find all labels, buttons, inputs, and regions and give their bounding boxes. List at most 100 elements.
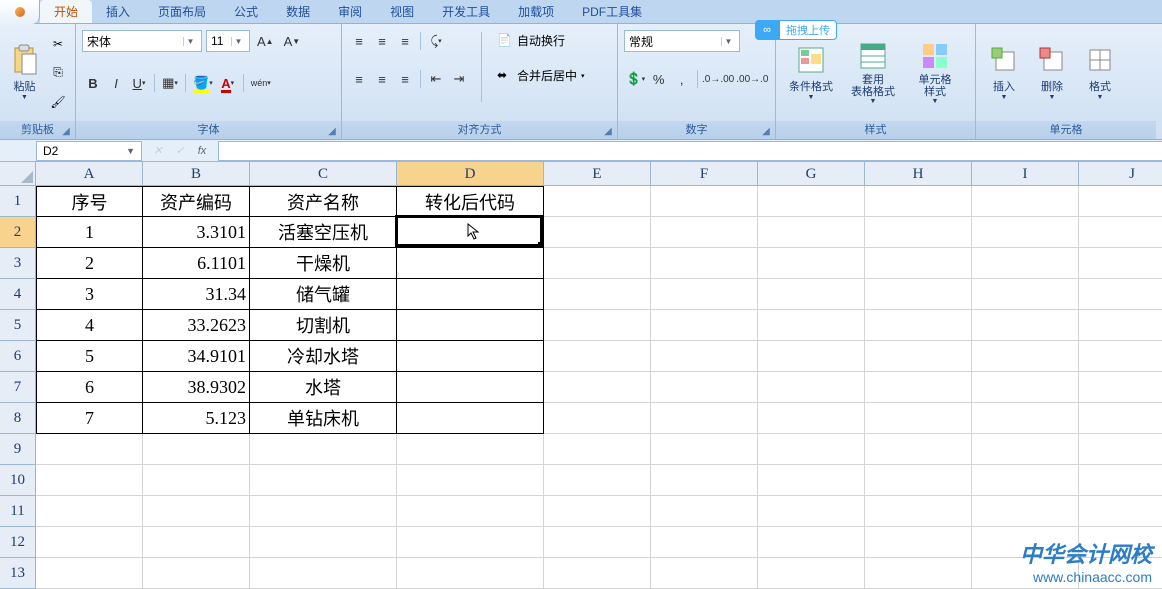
cell-G10[interactable] [758, 465, 865, 496]
cell-C3[interactable]: 干燥机 [250, 248, 397, 279]
font-launcher[interactable]: ◢ [325, 123, 339, 137]
cell-B7[interactable]: 38.9302 [143, 372, 250, 403]
copy-button[interactable]: ⎘ [47, 62, 69, 84]
col-header-I[interactable]: I [972, 162, 1079, 186]
cell-F8[interactable] [651, 403, 758, 434]
shrink-font-button[interactable]: A▼ [281, 30, 304, 52]
font-name-combo[interactable]: 宋体▼ [82, 30, 202, 52]
increase-decimal-button[interactable]: .0→.00 [702, 68, 735, 90]
cell-H4[interactable] [865, 279, 972, 310]
cell-E3[interactable] [544, 248, 651, 279]
col-header-J[interactable]: J [1079, 162, 1162, 186]
cell-B13[interactable] [143, 558, 250, 589]
cell-G12[interactable] [758, 527, 865, 558]
cell-J4[interactable] [1079, 279, 1162, 310]
cell-B2[interactable]: 3.3101 [143, 217, 250, 248]
cell-F11[interactable] [651, 496, 758, 527]
cell-I3[interactable] [972, 248, 1079, 279]
cell-I11[interactable] [972, 496, 1079, 527]
fill-color-button[interactable]: 🪣▾ [190, 72, 216, 94]
cell-I9[interactable] [972, 434, 1079, 465]
cell-E13[interactable] [544, 558, 651, 589]
cell-J10[interactable] [1079, 465, 1162, 496]
row-header-6[interactable]: 6 [0, 341, 36, 372]
cell-B4[interactable]: 31.34 [143, 279, 250, 310]
row-header-13[interactable]: 13 [0, 558, 36, 589]
cell-J5[interactable] [1079, 310, 1162, 341]
row-header-4[interactable]: 4 [0, 279, 36, 310]
font-color-button[interactable]: A▾ [217, 72, 239, 94]
cell-E4[interactable] [544, 279, 651, 310]
cell-B11[interactable] [143, 496, 250, 527]
cell-G9[interactable] [758, 434, 865, 465]
cell-H12[interactable] [865, 527, 972, 558]
cell-B5[interactable]: 33.2623 [143, 310, 250, 341]
cell-C9[interactable] [250, 434, 397, 465]
cell-F6[interactable] [651, 341, 758, 372]
cell-H8[interactable] [865, 403, 972, 434]
cell-B1[interactable]: 资产编码 [143, 186, 250, 217]
cell-styles-button[interactable]: 单元格 样式▼ [904, 28, 966, 117]
format-table-button[interactable]: 套用 表格格式▼ [842, 28, 904, 117]
cell-C5[interactable]: 切割机 [250, 310, 397, 341]
cell-B6[interactable]: 34.9101 [143, 341, 250, 372]
cell-A3[interactable]: 2 [36, 248, 143, 279]
cell-D6[interactable] [397, 341, 544, 372]
cell-H2[interactable] [865, 217, 972, 248]
cell-A7[interactable]: 6 [36, 372, 143, 403]
tab-1[interactable]: 插入 [92, 0, 144, 23]
cell-F7[interactable] [651, 372, 758, 403]
cell-E9[interactable] [544, 434, 651, 465]
row-header-3[interactable]: 3 [0, 248, 36, 279]
cell-A4[interactable]: 3 [36, 279, 143, 310]
cell-J9[interactable] [1079, 434, 1162, 465]
cell-D5[interactable] [397, 310, 544, 341]
cell-A2[interactable]: 1 [36, 217, 143, 248]
cell-B12[interactable] [143, 527, 250, 558]
format-painter-button[interactable]: 🖌 [47, 91, 69, 113]
cell-A11[interactable] [36, 496, 143, 527]
cell-E8[interactable] [544, 403, 651, 434]
cell-H11[interactable] [865, 496, 972, 527]
row-header-2[interactable]: 2 [0, 217, 36, 248]
fx-button[interactable]: fx [192, 142, 212, 160]
cell-H1[interactable] [865, 186, 972, 217]
cell-E1[interactable] [544, 186, 651, 217]
cell-H13[interactable] [865, 558, 972, 589]
cell-F5[interactable] [651, 310, 758, 341]
align-top-button[interactable]: ≡ [348, 30, 370, 52]
align-bottom-button[interactable]: ≡ [394, 30, 416, 52]
cell-E2[interactable] [544, 217, 651, 248]
align-left-button[interactable]: ≡ [348, 68, 370, 90]
cell-A10[interactable] [36, 465, 143, 496]
format-cells-button[interactable]: 格式▼ [1076, 28, 1124, 117]
cell-D13[interactable] [397, 558, 544, 589]
upload-badge[interactable]: ∞ 拖拽上传 [755, 20, 837, 40]
cell-G5[interactable] [758, 310, 865, 341]
cell-F2[interactable] [651, 217, 758, 248]
tab-8[interactable]: 加载项 [504, 0, 568, 23]
cell-C4[interactable]: 储气罐 [250, 279, 397, 310]
cell-A6[interactable]: 5 [36, 341, 143, 372]
cell-I2[interactable] [972, 217, 1079, 248]
cell-J3[interactable] [1079, 248, 1162, 279]
cell-J8[interactable] [1079, 403, 1162, 434]
merge-center-button[interactable]: ⬌合并后居中▾ [493, 65, 589, 86]
row-header-8[interactable]: 8 [0, 403, 36, 434]
cell-J7[interactable] [1079, 372, 1162, 403]
align-right-button[interactable]: ≡ [394, 68, 416, 90]
cell-H7[interactable] [865, 372, 972, 403]
cell-C6[interactable]: 冷却水塔 [250, 341, 397, 372]
cell-F13[interactable] [651, 558, 758, 589]
cell-C10[interactable] [250, 465, 397, 496]
col-header-A[interactable]: A [36, 162, 143, 186]
cell-F10[interactable] [651, 465, 758, 496]
insert-cells-button[interactable]: 插入▼ [980, 28, 1028, 117]
cell-B8[interactable]: 5.123 [143, 403, 250, 434]
cell-G1[interactable] [758, 186, 865, 217]
tab-0[interactable]: 开始 [40, 0, 92, 23]
indent-increase-button[interactable]: ⇥ [448, 68, 470, 90]
row-header-12[interactable]: 12 [0, 527, 36, 558]
delete-cells-button[interactable]: 删除▼ [1028, 28, 1076, 117]
row-header-9[interactable]: 9 [0, 434, 36, 465]
